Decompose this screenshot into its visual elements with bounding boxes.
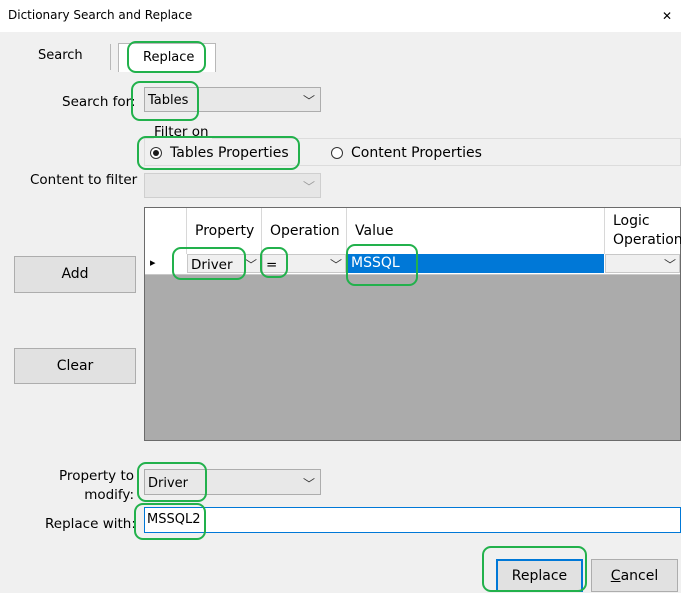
add-button[interactable]: Add	[14, 256, 136, 293]
cell-operation-value: =	[266, 257, 278, 273]
chevron-down-icon: ﹀	[302, 94, 315, 108]
column-logic-operation[interactable]: Operation	[613, 232, 681, 248]
search-for-value: Tables	[148, 93, 189, 108]
table-row[interactable]: ▸ Driver ﹀ = ﹀ MSSQL ﹀	[145, 254, 680, 275]
clear-button[interactable]: Clear	[14, 348, 136, 384]
column-logic[interactable]: Logic	[613, 213, 650, 229]
close-icon[interactable]: ✕	[657, 6, 677, 26]
radio-tables-properties[interactable]	[150, 147, 162, 159]
content-to-filter-label: Content to filter	[30, 172, 138, 188]
cancel-mnemonic: C	[610, 568, 621, 584]
chevron-down-icon: ﹀	[663, 258, 676, 272]
cell-property-value: Driver	[191, 257, 233, 273]
property-to-modify-label: Property to	[59, 468, 134, 484]
search-for-label: Search for:	[62, 94, 136, 110]
column-value[interactable]: Value	[355, 223, 393, 239]
column-operation[interactable]: Operation	[270, 223, 340, 239]
cell-property-combo[interactable]: Driver ﹀	[187, 254, 261, 273]
column-property[interactable]: Property	[195, 223, 254, 239]
cell-logic-combo[interactable]: ﹀	[605, 254, 680, 273]
replace-with-label: Replace with:	[45, 516, 136, 532]
search-for-combo[interactable]: Tables ﹀	[144, 87, 321, 112]
cancel-button[interactable]: Cancel	[591, 559, 678, 592]
tab-divider	[110, 44, 111, 70]
content-to-filter-combo: ﹀	[144, 173, 321, 198]
tab-replace[interactable]: Replace	[118, 43, 216, 72]
tab-replace-label: Replace	[143, 50, 195, 65]
title-bar: Dictionary Search and Replace ✕	[0, 0, 681, 32]
radio-content-properties-label[interactable]: Content Properties	[351, 145, 482, 161]
grid-header: Property Operation Value Logic Operation	[145, 208, 681, 255]
filter-on-label: Filter on	[154, 124, 212, 140]
radio-tables-properties-label[interactable]: Tables Properties	[170, 145, 289, 161]
chevron-down-icon: ﹀	[302, 180, 315, 194]
replace-button[interactable]: Replace	[496, 559, 583, 592]
row-indicator-icon: ▸	[150, 256, 156, 269]
filter-grid[interactable]: Property Operation Value Logic Operation…	[144, 207, 681, 441]
cell-value-text: MSSQL	[351, 255, 400, 271]
cell-operation-combo[interactable]: = ﹀	[262, 254, 346, 273]
property-to-modify-label-line2: modify:	[84, 487, 134, 503]
tab-search[interactable]: Search	[38, 48, 83, 63]
radio-content-properties[interactable]	[331, 147, 343, 159]
chevron-down-icon: ﹀	[302, 477, 315, 491]
property-to-modify-combo[interactable]: Driver ﹀	[144, 469, 321, 495]
window-title: Dictionary Search and Replace	[8, 8, 193, 22]
property-to-modify-value: Driver	[148, 476, 189, 491]
replace-with-input[interactable]: MSSQL2	[144, 507, 681, 533]
chevron-down-icon: ﹀	[329, 258, 342, 272]
cancel-label-rest: ancel	[620, 568, 659, 584]
replace-with-value: MSSQL2	[147, 512, 201, 527]
chevron-down-icon: ﹀	[244, 258, 257, 272]
cell-value[interactable]: MSSQL	[347, 254, 604, 273]
